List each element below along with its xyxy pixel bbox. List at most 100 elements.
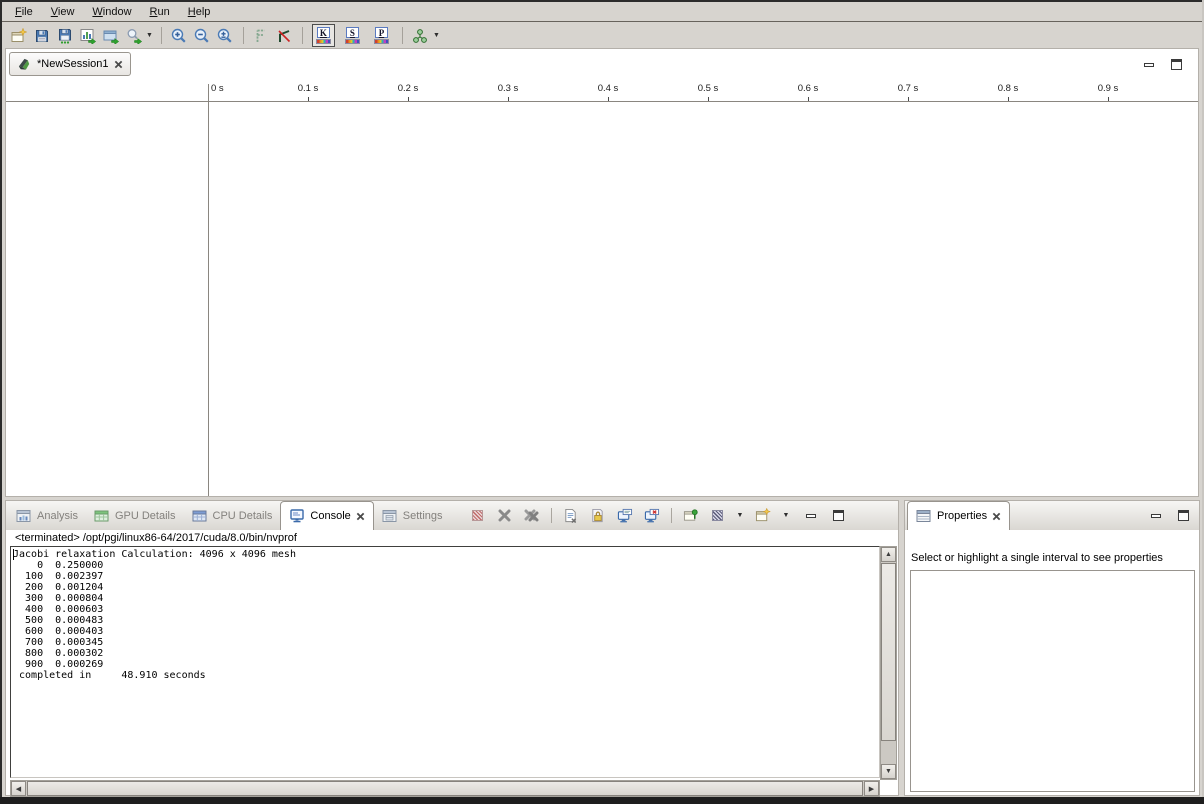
display-selected-console-button[interactable] — [709, 507, 727, 524]
close-icon[interactable] — [356, 512, 365, 521]
process-letter: P — [375, 27, 388, 38]
run-analysis-dropdown[interactable]: ▼ — [146, 32, 153, 39]
pin-icon — [683, 508, 699, 523]
maximize-button[interactable] — [1176, 509, 1191, 522]
scroll-left-button[interactable]: ◀ — [11, 781, 26, 796]
reset-view-button[interactable] — [273, 25, 296, 47]
process-view-button[interactable]: P — [370, 24, 393, 47]
console-line: 200 0.001204 — [13, 582, 879, 593]
minimize-button[interactable] — [1141, 58, 1156, 71]
save-as-icon — [57, 28, 73, 44]
tab-cpu-details[interactable]: CPU Details — [184, 502, 281, 529]
pin-console-button[interactable] — [682, 507, 700, 524]
properties-panel: Properties Select or highlight a single … — [904, 500, 1200, 796]
tab-analysis[interactable]: Analysis — [8, 502, 86, 529]
console-output-box[interactable]: Jacobi relaxation Calculation: 4096 x 40… — [10, 546, 880, 778]
maximize-button[interactable] — [1169, 58, 1184, 71]
zoom-out-button[interactable] — [191, 25, 214, 47]
terminate-button[interactable] — [469, 507, 487, 524]
menu-file[interactable]: File — [6, 4, 42, 20]
tab-label: Console — [310, 510, 350, 522]
kernel-view-button[interactable]: K — [312, 24, 335, 47]
text-cursor — [13, 549, 14, 560]
close-icon[interactable] — [992, 512, 1001, 521]
stream-letter: S — [346, 27, 359, 38]
ruler-tick-label: 0 s — [211, 83, 224, 94]
console-panel: Analysis GPU Details CPU Details Console… — [5, 500, 899, 796]
minimize-icon — [806, 514, 816, 518]
scrollbar-thumb[interactable] — [881, 563, 896, 741]
tab-gpu-details[interactable]: GPU Details — [86, 502, 184, 529]
new-session-button[interactable] — [7, 25, 30, 47]
scroll-up-button[interactable]: ▲ — [881, 547, 896, 562]
timeline-canvas[interactable] — [209, 103, 1198, 496]
minimize-icon — [1151, 514, 1161, 518]
show-stdout-button[interactable] — [616, 507, 634, 524]
stream-view-button[interactable]: S — [341, 24, 364, 47]
properties-content-box — [910, 570, 1195, 792]
clear-console-button[interactable] — [562, 507, 580, 524]
run-analysis-button[interactable] — [122, 25, 145, 47]
remove-launch-button[interactable] — [496, 507, 514, 524]
remove-all-icon — [524, 509, 539, 522]
toolbar-separator — [243, 27, 244, 44]
console-bubble-icon — [617, 508, 633, 523]
open-console-dropdown[interactable]: ▼ — [782, 512, 789, 519]
maximize-icon — [1171, 59, 1182, 70]
call-tree-button[interactable] — [409, 25, 432, 47]
console-vertical-scrollbar[interactable]: ▲ ▼ — [880, 546, 897, 780]
save-as-button[interactable] — [53, 25, 76, 47]
open-console-button[interactable] — [754, 507, 772, 524]
ruler-tick-label: 0.2 s — [398, 83, 419, 94]
window-frame-left — [0, 0, 2, 797]
zoom-fit-button[interactable] — [214, 25, 237, 47]
console-window-buttons — [803, 509, 846, 522]
terminate-icon — [472, 510, 483, 521]
zoom-in-button[interactable] — [168, 25, 191, 47]
scroll-right-button[interactable]: ▶ — [864, 781, 879, 796]
rainbow-bar-icon — [345, 39, 360, 44]
bar-chart-arrow-icon — [80, 28, 96, 44]
tab-properties[interactable]: Properties — [907, 501, 1010, 530]
display-console-dropdown[interactable]: ▼ — [737, 512, 744, 519]
timeline-ruler[interactable]: 0 s 0.1 s 0.2 s 0.3 s 0.4 s 0.5 s 0.6 s … — [6, 80, 1198, 102]
menu-run[interactable]: Run — [141, 4, 179, 20]
profile-from-start-button[interactable] — [250, 25, 273, 47]
maximize-button[interactable] — [831, 509, 846, 522]
console-line: 700 0.000345 — [13, 637, 879, 648]
save-button[interactable] — [30, 25, 53, 47]
show-summary-button[interactable] — [99, 25, 122, 47]
menu-window[interactable]: Window — [83, 4, 140, 20]
toolbar-separator — [551, 508, 552, 523]
show-stderr-button[interactable] — [643, 507, 661, 524]
window-frame-bottom — [0, 797, 1204, 804]
menu-help[interactable]: Help — [179, 4, 220, 20]
console-line: 900 0.000269 — [13, 659, 879, 670]
console-icon — [289, 508, 305, 524]
session-tab-label: *NewSession1 — [37, 58, 109, 70]
editor-window-buttons — [1141, 58, 1184, 71]
scroll-down-button[interactable]: ▼ — [881, 764, 896, 779]
minimize-button[interactable] — [1148, 509, 1163, 522]
tree-icon — [412, 28, 428, 44]
tab-console[interactable]: Console — [280, 501, 373, 530]
call-tree-dropdown[interactable]: ▼ — [433, 32, 440, 39]
remove-all-terminated-button[interactable] — [523, 507, 541, 524]
settings-icon — [382, 508, 398, 524]
close-icon[interactable] — [114, 60, 123, 69]
console-line: Jacobi relaxation Calculation: 4096 x 40… — [13, 549, 879, 560]
scrollbar-thumb[interactable] — [27, 781, 863, 796]
show-timeline-button[interactable] — [76, 25, 99, 47]
tab-label: CPU Details — [213, 510, 273, 522]
menu-view[interactable]: View — [42, 4, 84, 20]
console-horizontal-scrollbar[interactable]: ◀ ▶ — [10, 780, 880, 797]
ruler-tick — [1008, 97, 1009, 101]
zoom-in-icon — [171, 28, 187, 44]
session-tab[interactable]: *NewSession1 — [9, 52, 131, 76]
timeline-row-labels[interactable] — [6, 103, 208, 496]
scroll-lock-button[interactable] — [589, 507, 607, 524]
tab-label: Analysis — [37, 510, 78, 522]
minimize-button[interactable] — [803, 509, 818, 522]
console-output: Jacobi relaxation Calculation: 4096 x 40… — [11, 547, 879, 681]
tab-settings[interactable]: Settings — [374, 502, 451, 529]
